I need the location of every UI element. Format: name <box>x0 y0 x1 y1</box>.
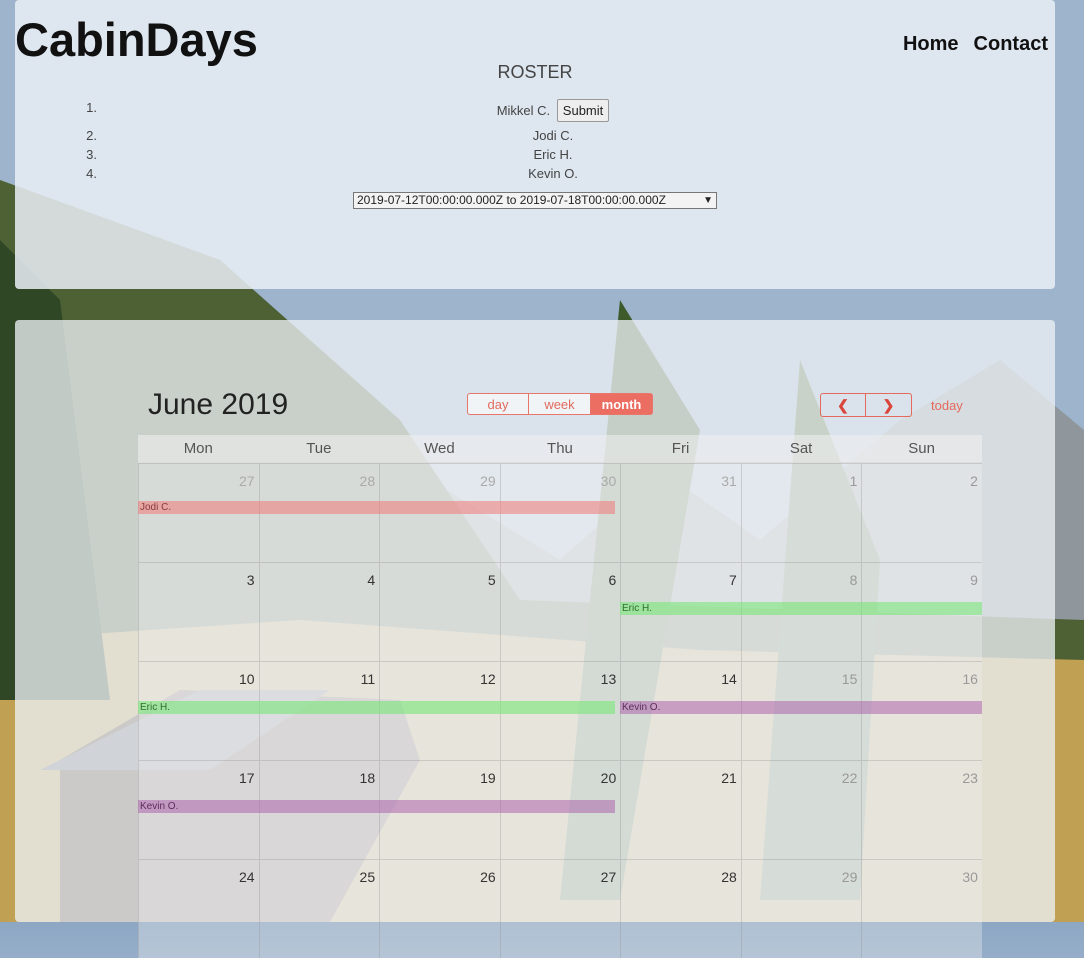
day-number: 18 <box>359 770 376 786</box>
today-button[interactable]: today <box>931 398 963 413</box>
day-cell[interactable]: 6 <box>499 562 621 661</box>
day-number: 31 <box>721 473 737 489</box>
day-number: 26 <box>480 869 496 885</box>
day-cell[interactable]: 25 <box>258 859 380 958</box>
day-number: 6 <box>608 572 617 588</box>
day-number: 9 <box>970 572 978 588</box>
weekday-label: Thu <box>547 440 573 457</box>
day-number: 5 <box>487 572 496 588</box>
chevron-right-icon: ❯ <box>882 397 895 413</box>
day-cell[interactable]: 23 <box>861 760 982 859</box>
day-number: 13 <box>600 671 617 687</box>
day-cell[interactable]: 3 <box>138 562 259 661</box>
weekday-header: Mon Tue Wed Thu Fri Sat Sun <box>138 435 982 463</box>
day-number: 19 <box>480 770 496 786</box>
roster-item: 4. Kevin O. <box>75 166 1075 185</box>
day-number: 25 <box>359 869 376 885</box>
day-number: 30 <box>600 473 617 489</box>
day-cell[interactable]: 27 <box>499 859 621 958</box>
day-number: 24 <box>238 869 255 885</box>
prev-month-button[interactable]: ❮ <box>820 393 866 417</box>
date-range-value: 2019-07-12T00:00:00.000Z to 2019-07-18T0… <box>357 193 666 207</box>
weekday-label: Mon <box>183 440 213 457</box>
day-number: 30 <box>962 869 978 885</box>
calendar-week: 3 4 5 6 7 8 9 Eric H. <box>138 562 982 661</box>
day-number: 3 <box>246 572 255 588</box>
day-number: 28 <box>359 473 376 489</box>
submit-button[interactable]: Submit <box>556 99 610 122</box>
roster-item-name: Jodi C. <box>532 128 574 143</box>
day-number: 2 <box>970 473 978 489</box>
day-number: 21 <box>721 770 737 786</box>
day-number: 23 <box>962 770 978 786</box>
day-number: 7 <box>729 572 737 588</box>
roster-item-name: Kevin O. <box>528 166 578 181</box>
day-cell[interactable]: 26 <box>379 859 500 958</box>
day-number: 1 <box>849 473 858 489</box>
day-number: 29 <box>480 473 496 489</box>
day-cell[interactable]: 2 <box>861 463 982 562</box>
date-range-select[interactable]: 2019-07-12T00:00:00.000Z to 2019-07-18T0… <box>353 192 717 209</box>
day-number: 17 <box>238 770 255 786</box>
roster-item: 2. Jodi C. <box>75 128 1075 147</box>
day-number: 27 <box>600 869 617 885</box>
roster-item: 3. Eric H. <box>75 147 1075 166</box>
chevron-left-icon: ❮ <box>837 397 849 413</box>
nav-contact-link[interactable]: Contact <box>974 33 1048 56</box>
calendar-event[interactable]: Jodi C. <box>138 501 615 514</box>
day-cell[interactable]: 28 <box>620 859 741 958</box>
day-number: 4 <box>367 572 376 588</box>
day-number: 22 <box>841 770 858 786</box>
week-view-button[interactable]: week <box>529 393 591 415</box>
calendar-title: June 2019 <box>148 388 289 421</box>
month-grid: 27 28 29 30 31 1 2 Jodi C. 3 4 5 6 7 8 9… <box>138 463 982 958</box>
weekday-label: Fri <box>671 440 690 457</box>
calendar-event[interactable]: Eric H. <box>138 701 615 714</box>
day-cell[interactable]: 4 <box>258 562 380 661</box>
calendar-week: 27 28 29 30 31 1 2 Jodi C. <box>138 463 982 562</box>
day-cell[interactable]: 22 <box>740 760 862 859</box>
day-number: 8 <box>849 572 858 588</box>
day-number: 27 <box>238 473 255 489</box>
day-number: 10 <box>238 671 255 687</box>
day-number: 14 <box>721 671 737 687</box>
day-view-button[interactable]: day <box>467 393 529 415</box>
calendar-nav: ❮ ❯ <box>820 393 912 417</box>
app-logo[interactable]: CabinDays <box>15 16 258 63</box>
day-number: 15 <box>841 671 858 687</box>
day-number: 12 <box>480 671 496 687</box>
day-cell[interactable]: 31 <box>620 463 741 562</box>
roster-item: 1. Mikkel C. Submit <box>75 96 1075 128</box>
weekday-label: Sat <box>789 440 813 457</box>
day-number: 28 <box>721 869 737 885</box>
nav-home-link[interactable]: Home <box>903 33 959 56</box>
day-cell[interactable]: 29 <box>740 859 862 958</box>
month-view-button[interactable]: month <box>591 393 653 415</box>
day-number: 20 <box>600 770 617 786</box>
day-cell[interactable]: 24 <box>138 859 259 958</box>
top-nav: Home Contact <box>903 33 1048 56</box>
calendar-week: 17 18 19 20 21 22 23 Kevin O. <box>138 760 982 859</box>
weekday-label: Wed <box>424 440 455 457</box>
day-cell[interactable]: 1 <box>740 463 862 562</box>
roster-list: 1. Mikkel C. Submit 2. Jodi C. 3. Eric H… <box>75 96 1075 185</box>
calendar-event[interactable]: Eric H. <box>620 602 982 615</box>
calendar-event[interactable]: Kevin O. <box>138 800 615 813</box>
weekday-label: Tue <box>306 440 332 457</box>
next-month-button[interactable]: ❯ <box>866 393 912 417</box>
chevron-down-icon: ▼ <box>703 195 713 206</box>
calendar-week: 10 11 12 13 14 15 16 Eric H. Kevin O. <box>138 661 982 760</box>
day-cell[interactable]: 21 <box>620 760 741 859</box>
day-number: 16 <box>962 671 978 687</box>
day-number: 29 <box>841 869 858 885</box>
calendar-event[interactable]: Kevin O. <box>620 701 982 714</box>
weekday-label: Sun <box>908 440 935 457</box>
calendar-week: 24 25 26 27 28 29 30 <box>138 859 982 958</box>
roster-item-name: Eric H. <box>533 147 573 162</box>
day-number: 11 <box>360 671 376 687</box>
day-cell[interactable]: 5 <box>379 562 500 661</box>
roster-item-name: Mikkel C. <box>496 103 551 118</box>
day-cell[interactable]: 30 <box>861 859 982 958</box>
view-switcher: day week month <box>467 393 653 415</box>
